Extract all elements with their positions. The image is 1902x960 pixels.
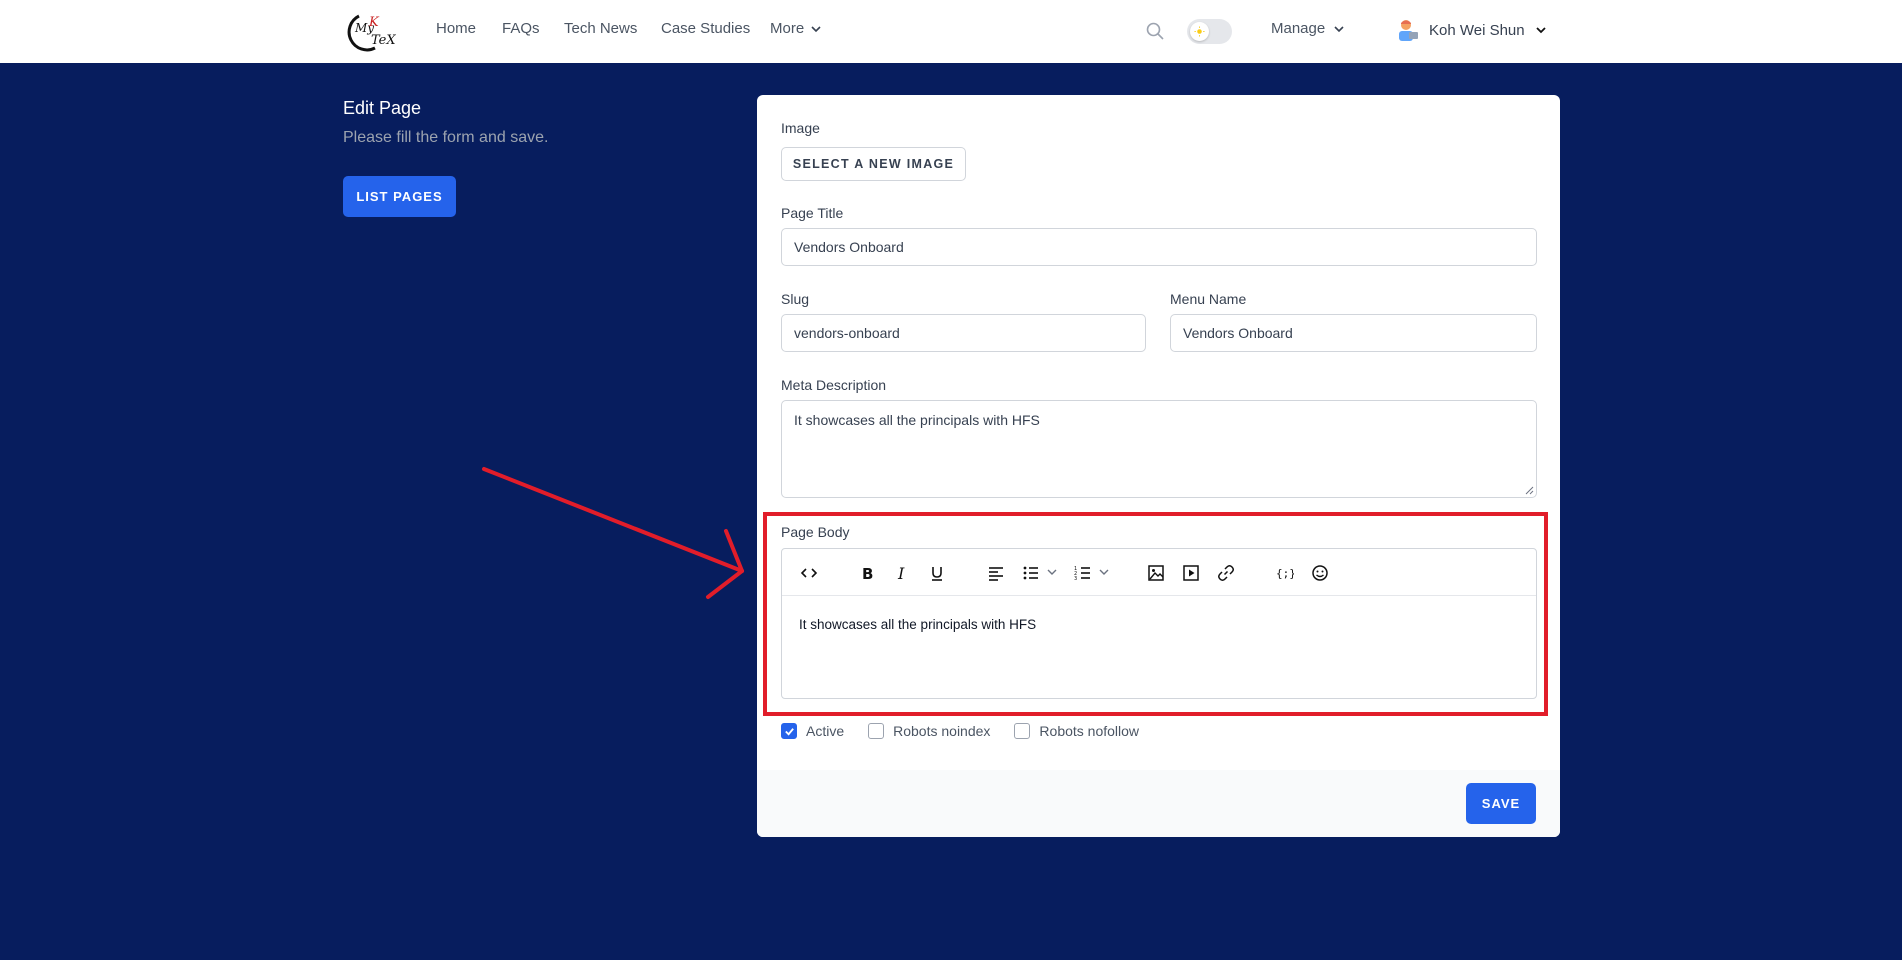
nav-more-label: More [770, 20, 805, 37]
nav-case-studies[interactable]: Case Studies [661, 20, 750, 37]
form-footer [757, 770, 1560, 837]
robots-noindex-checkbox[interactable]: Robots noindex [868, 723, 990, 739]
list-pages-button[interactable]: LIST PAGES [343, 176, 456, 217]
page-body-label: Page Body [781, 524, 850, 540]
manage-dropdown[interactable]: Manage [1271, 20, 1345, 37]
search-icon[interactable] [1145, 21, 1165, 41]
svg-text:3: 3 [1074, 576, 1077, 582]
insert-link-icon[interactable] [1215, 562, 1237, 584]
sun-icon [1190, 22, 1209, 41]
svg-text:I: I [897, 564, 905, 582]
chevron-down-icon [811, 25, 821, 32]
user-name: Koh Wei Shun [1429, 21, 1525, 39]
svg-text:K: K [368, 15, 380, 30]
insert-image-icon[interactable] [1145, 562, 1167, 584]
avatar [1399, 20, 1418, 41]
numbered-list-icon[interactable]: 123 [1072, 562, 1094, 584]
menu-name-label: Menu Name [1170, 291, 1247, 307]
svg-text:{;}: {;} [1276, 567, 1294, 580]
meta-description-textarea[interactable]: It showcases all the principals with HFS [781, 400, 1537, 498]
checkbox-unchecked[interactable] [868, 723, 885, 739]
underline-icon[interactable] [926, 562, 948, 584]
bold-icon[interactable]: B [856, 562, 878, 584]
checkbox-group: Active Robots noindex Robots nofollow [781, 723, 1163, 739]
nav-faqs[interactable]: FAQs [502, 20, 540, 37]
save-button[interactable]: SAVE [1466, 783, 1536, 824]
svg-text:B: B [862, 565, 873, 582]
checkbox-unchecked[interactable] [1014, 723, 1031, 739]
emoji-icon[interactable] [1309, 562, 1331, 584]
top-navbar: My K TeX Home FAQs Tech News Case Studie… [0, 0, 1902, 63]
page-subtitle: Please fill the form and save. [343, 129, 549, 146]
slug-input[interactable]: vendors-onboard [781, 314, 1146, 352]
site-logo[interactable]: My K TeX [341, 10, 401, 52]
active-checkbox[interactable]: Active [781, 723, 844, 739]
nav-home[interactable]: Home [436, 20, 476, 37]
chevron-down-icon[interactable] [1098, 566, 1110, 578]
checkbox-checked[interactable] [781, 723, 797, 739]
image-label: Image [781, 120, 820, 136]
slug-label: Slug [781, 291, 810, 307]
menu-name-input[interactable]: Vendors Onboard [1170, 314, 1537, 352]
chevron-down-icon [1535, 27, 1546, 34]
chevron-down-icon [1334, 25, 1344, 32]
code-block-icon[interactable]: {;} [1274, 562, 1296, 584]
nav-more-dropdown[interactable]: More [770, 20, 822, 37]
robots-noindex-label: Robots noindex [893, 723, 991, 739]
editor-content[interactable]: It showcases all the principals with HFS [799, 617, 1036, 632]
nav-tech-news[interactable]: Tech News [564, 20, 637, 37]
user-menu[interactable]: Koh Wei Shun [1397, 18, 1547, 42]
page-title: Edit Page [343, 98, 422, 118]
page-body-editor[interactable]: B I 123 {;} It showcases all the princip… [781, 548, 1537, 699]
robots-nofollow-checkbox[interactable]: Robots nofollow [1014, 723, 1139, 739]
page-title-input[interactable]: Vendors Onboard [781, 228, 1537, 266]
meta-description-label: Meta Description [781, 377, 887, 393]
page-title-label: Page Title [781, 205, 844, 221]
theme-toggle[interactable] [1187, 19, 1232, 44]
bullet-list-icon[interactable] [1020, 562, 1042, 584]
active-checkbox-label: Active [806, 723, 845, 739]
annotation-arrow [482, 467, 744, 599]
edit-page-form: Image SELECT A NEW IMAGE Page Title Vend… [757, 95, 1560, 837]
italic-icon[interactable]: I [891, 562, 913, 584]
resize-grip-icon[interactable] [1525, 486, 1534, 495]
insert-video-icon[interactable] [1180, 562, 1202, 584]
svg-text:TeX: TeX [371, 33, 396, 48]
robots-nofollow-label: Robots nofollow [1039, 723, 1140, 739]
manage-label: Manage [1271, 20, 1326, 37]
meta-description-value: It showcases all the principals with HFS [794, 412, 1040, 428]
code-view-icon[interactable] [798, 562, 820, 584]
select-image-button[interactable]: SELECT A NEW IMAGE [781, 147, 966, 181]
align-left-icon[interactable] [985, 562, 1007, 584]
chevron-down-icon[interactable] [1046, 566, 1058, 578]
editor-toolbar: B I 123 {;} [782, 549, 1536, 596]
